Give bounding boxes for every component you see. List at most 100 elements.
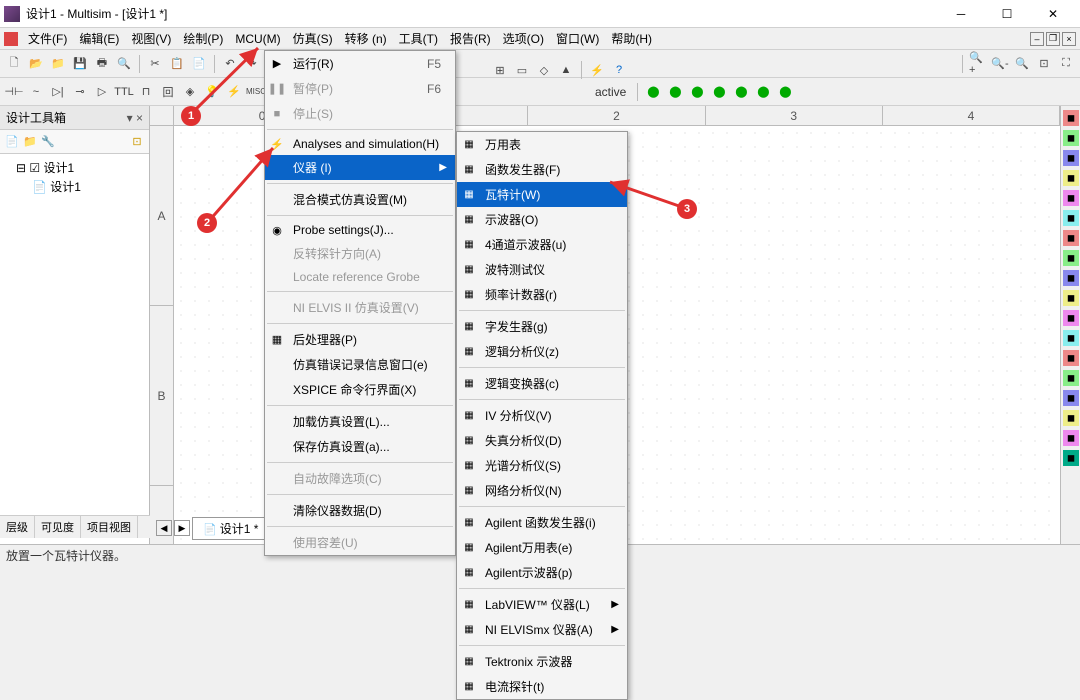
menu-item[interactable]: 仪器 (I)▶	[265, 155, 455, 180]
menu-item[interactable]: ▦示波器(O)	[457, 207, 627, 232]
instr-icon[interactable]: ◼	[1063, 410, 1079, 426]
menu-item[interactable]: ▦IV 分析仪(V)	[457, 403, 627, 428]
probe-dig-icon[interactable]: ⬤	[753, 82, 773, 102]
mid-icon[interactable]: ⚡	[587, 60, 607, 80]
probe-v-icon[interactable]: ⬤	[643, 82, 663, 102]
comp-analog-icon[interactable]: ▷	[92, 82, 112, 102]
design-tree[interactable]: ⊟ ☑ 设计1 📄 设计1	[0, 154, 149, 544]
mid-icon[interactable]: ▭	[512, 60, 532, 80]
instr-icon[interactable]: ◼	[1063, 370, 1079, 386]
menu-item[interactable]: ▦光谱分析仪(S)	[457, 453, 627, 478]
instr-icon[interactable]: ◼	[1063, 270, 1079, 286]
minimize-button[interactable]: ─	[938, 3, 984, 25]
menu-item[interactable]: ▦后处理器(P)	[265, 327, 455, 352]
tb-icon-2[interactable]: 📁	[22, 134, 38, 150]
instr-icon[interactable]: ◼	[1063, 190, 1079, 206]
menu-item[interactable]: 加载仿真设置(L)...	[265, 409, 455, 434]
instr-icon[interactable]: ◼	[1063, 310, 1079, 326]
mdi-close-icon[interactable]: ×	[1062, 32, 1076, 46]
comp-transistor-icon[interactable]: ⊸	[70, 82, 90, 102]
mid-icon[interactable]: ▲	[556, 60, 576, 80]
menu-item[interactable]: ▦Agilent 函数发生器(i)	[457, 510, 627, 535]
menu-options[interactable]: 选项(O)	[497, 28, 550, 49]
doctab-left-icon[interactable]: ◀	[156, 520, 172, 536]
instr-icon[interactable]: ◼	[1063, 290, 1079, 306]
tab-visibility[interactable]: 可见度	[35, 516, 81, 538]
instr-icon[interactable]: ◼	[1063, 210, 1079, 226]
comp-misc-icon[interactable]: 回	[158, 82, 178, 102]
mid-icon[interactable]: ⊞	[490, 60, 510, 80]
instr-icon[interactable]: ◼	[1063, 170, 1079, 186]
tb-icon-3[interactable]: 🔧	[40, 134, 56, 150]
help-icon[interactable]: ?	[609, 60, 629, 80]
tb-icon-4[interactable]: ⊡	[129, 134, 145, 150]
tb-icon-1[interactable]: 📄	[4, 134, 20, 150]
menu-item[interactable]: 清除仪器数据(D)	[265, 498, 455, 523]
menu-item[interactable]: 仿真错误记录信息窗口(e)	[265, 352, 455, 377]
instr-icon[interactable]: ◼	[1063, 390, 1079, 406]
zoom-region-icon[interactable]: 🔍	[1012, 54, 1032, 74]
menu-item[interactable]: ▦Agilent示波器(p)	[457, 560, 627, 585]
probe-p-icon[interactable]: ⬤	[687, 82, 707, 102]
zoom-fit-icon[interactable]: ⊡	[1034, 54, 1054, 74]
probe-ref-icon[interactable]: ⬤	[731, 82, 751, 102]
tree-node-child[interactable]: 📄 设计1	[4, 177, 145, 196]
menu-item[interactable]: ▦万用表	[457, 132, 627, 157]
instr-icon[interactable]: ◼	[1063, 430, 1079, 446]
tab-hierarchy[interactable]: 层级	[0, 516, 35, 538]
menu-item[interactable]: ▦瓦特计(W)	[457, 182, 627, 207]
menu-item[interactable]: ▦NI ELVISmx 仪器(A)▶	[457, 617, 627, 642]
instr-icon[interactable]: ◼	[1063, 130, 1079, 146]
menu-item[interactable]: ▦4通道示波器(u)	[457, 232, 627, 257]
menu-item[interactable]: ▦频率计数器(r)	[457, 282, 627, 307]
menu-window[interactable]: 窗口(W)	[550, 28, 605, 49]
comp-cmos-icon[interactable]: ⊓	[136, 82, 156, 102]
instr-icon[interactable]: ◼	[1063, 150, 1079, 166]
cut-icon[interactable]: ✂	[145, 54, 165, 74]
menu-item[interactable]: 混合模式仿真设置(M)	[265, 187, 455, 212]
menu-item[interactable]: ▶运行(R)F5	[265, 51, 455, 76]
zoom-out-icon[interactable]: 🔍-	[990, 54, 1010, 74]
open2-icon[interactable]: 📁	[48, 54, 68, 74]
menu-help[interactable]: 帮助(H)	[605, 28, 658, 49]
instr-icon[interactable]: ◼	[1063, 230, 1079, 246]
menu-item[interactable]: ⚡Analyses and simulation(H)	[265, 133, 455, 155]
menu-item[interactable]: 保存仿真设置(a)...	[265, 434, 455, 459]
menu-file[interactable]: 文件(F)	[22, 28, 73, 49]
menu-item[interactable]: ◉Probe settings(J)...	[265, 219, 455, 241]
mid-icon[interactable]: ◇	[534, 60, 554, 80]
menu-item[interactable]: ▦逻辑分析仪(z)	[457, 339, 627, 364]
print-icon[interactable]: 🖶	[92, 54, 112, 74]
comp-source-icon[interactable]: ~	[26, 82, 46, 102]
menu-view[interactable]: 视图(V)	[125, 28, 177, 49]
menu-transfer[interactable]: 转移 (n)	[339, 28, 393, 49]
probe-i-icon[interactable]: ⬤	[665, 82, 685, 102]
tree-node-root[interactable]: ⊟ ☑ 设计1	[4, 158, 145, 177]
menu-reports[interactable]: 报告(R)	[444, 28, 497, 49]
zoom-in-icon[interactable]: 🔍+	[968, 54, 988, 74]
menu-item[interactable]: XSPICE 命令行界面(X)	[265, 377, 455, 402]
menu-edit[interactable]: 编辑(E)	[73, 28, 125, 49]
comp-ttl-icon[interactable]: TTL	[114, 82, 134, 102]
menu-item[interactable]: ▦Tektronix 示波器	[457, 649, 627, 674]
menu-item[interactable]: ▦字发生器(g)	[457, 314, 627, 339]
menu-item[interactable]: ▦波特测试仪	[457, 257, 627, 282]
instr-icon[interactable]: ◼	[1063, 250, 1079, 266]
instr-icon[interactable]: ◼	[1063, 450, 1079, 466]
instr-icon[interactable]: ◼	[1063, 110, 1079, 126]
doctab-active[interactable]: 📄 设计1 *	[192, 517, 269, 540]
tab-project[interactable]: 项目视图	[81, 516, 138, 538]
close-button[interactable]: ✕	[1030, 3, 1076, 25]
instr-icon[interactable]: ◼	[1063, 330, 1079, 346]
open-icon[interactable]: 📂	[26, 54, 46, 74]
menu-item[interactable]: ▦电流探针(t)	[457, 674, 627, 699]
probe-set-icon[interactable]: ⬤	[775, 82, 795, 102]
mdi-min-icon[interactable]: –	[1030, 32, 1044, 46]
instr-icon[interactable]: ◼	[1063, 350, 1079, 366]
menu-tools[interactable]: 工具(T)	[393, 28, 444, 49]
maximize-button[interactable]: ☐	[984, 3, 1030, 25]
menu-simulate[interactable]: 仿真(S)	[287, 28, 339, 49]
menu-item[interactable]: ▦失真分析仪(D)	[457, 428, 627, 453]
probe-diff-icon[interactable]: ⬤	[709, 82, 729, 102]
menu-item[interactable]: ▦Agilent万用表(e)	[457, 535, 627, 560]
